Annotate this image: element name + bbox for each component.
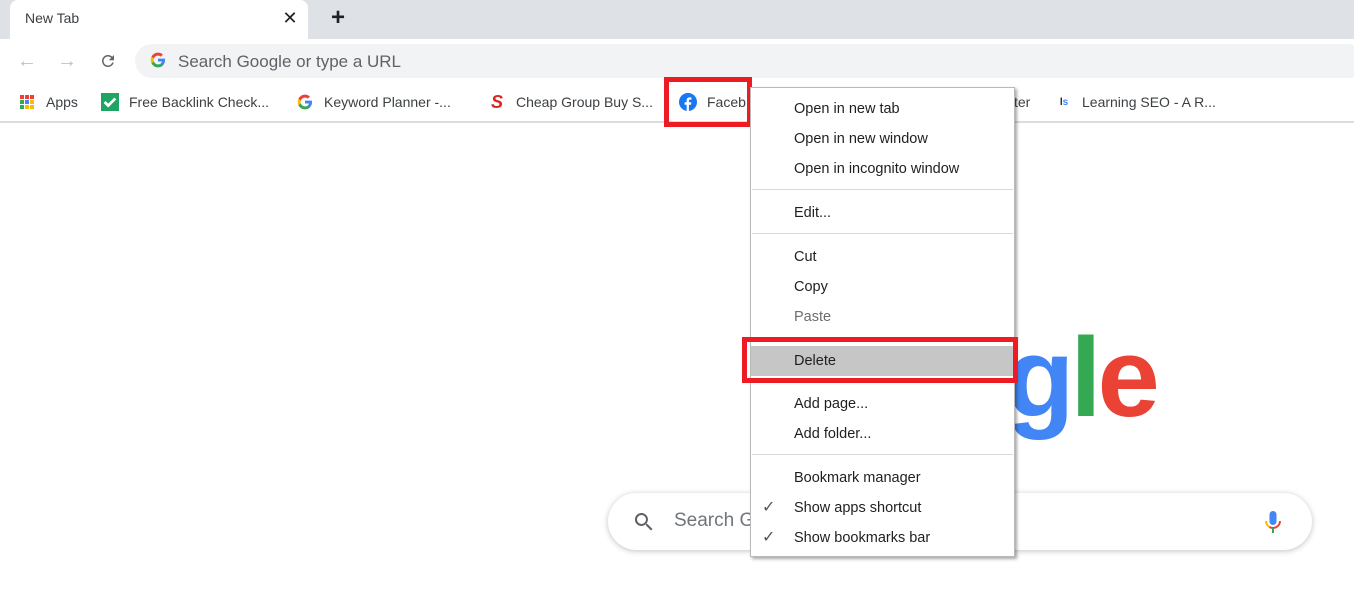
bookmark-apps[interactable]: Apps xyxy=(18,85,78,119)
menu-item-open-new-window[interactable]: Open in new window xyxy=(751,124,1014,154)
red-s-icon: S xyxy=(490,91,503,112)
bookmark-label: ter xyxy=(1014,94,1031,110)
menu-item-paste: Paste xyxy=(751,302,1014,332)
search-icon xyxy=(634,513,653,531)
menu-item-bookmark-manager[interactable]: Bookmark manager xyxy=(751,463,1014,493)
menu-item-open-incognito[interactable]: Open in incognito window xyxy=(751,154,1014,184)
close-icon[interactable]: ✕ xyxy=(280,8,300,28)
facebook-bookmark-highlight xyxy=(664,77,752,127)
bookmark-label: Learning SEO - A R... xyxy=(1082,94,1216,110)
bookmark-label: Cheap Group Buy S... xyxy=(516,94,653,110)
menu-label: Bookmark manager xyxy=(794,470,921,486)
arrow-right-icon[interactable]: → xyxy=(55,49,79,73)
green-check-icon xyxy=(101,93,119,111)
menu-item-show-apps-shortcut[interactable]: ✓ Show apps shortcut xyxy=(751,493,1014,523)
reload-icon[interactable] xyxy=(96,49,120,73)
google-g-icon xyxy=(296,93,314,111)
bookmark-cheap-group-buy[interactable]: S Cheap Group Buy S... xyxy=(488,85,653,119)
menu-separator xyxy=(752,189,1013,190)
menu-item-copy[interactable]: Copy xyxy=(751,272,1014,302)
menu-label: Open in incognito window xyxy=(794,161,960,177)
bookmark-free-backlink-checker[interactable]: Free Backlink Check... xyxy=(101,85,269,119)
menu-item-edit[interactable]: Edit... xyxy=(751,198,1014,228)
bookmark-context-menu: Open in new tab Open in new window Open … xyxy=(750,87,1015,557)
menu-label: Show bookmarks bar xyxy=(794,530,931,546)
menu-label: Cut xyxy=(794,249,817,265)
menu-item-cut[interactable]: Cut xyxy=(751,242,1014,272)
search-placeholder: Search G xyxy=(674,510,755,531)
google-logo: gle xyxy=(1006,315,1160,440)
menu-label: Copy xyxy=(794,279,828,295)
bookmark-keyword-planner[interactable]: Keyword Planner -... xyxy=(296,85,451,119)
menu-label: Paste xyxy=(794,309,832,325)
menu-item-add-folder[interactable]: Add folder... xyxy=(751,419,1014,449)
menu-label: Add page... xyxy=(794,396,869,412)
checkmark-icon: ✓ xyxy=(762,529,776,546)
tab-strip: New Tab ✕ + xyxy=(0,0,1354,39)
ls-icon: ls xyxy=(1059,96,1069,108)
menu-label: Open in new window xyxy=(794,131,928,147)
menu-separator xyxy=(752,454,1013,455)
bookmark-label: Apps xyxy=(46,94,78,110)
tab-title: New Tab xyxy=(25,10,80,26)
bookmark-label: Keyword Planner -... xyxy=(324,94,451,110)
menu-label: Edit... xyxy=(794,205,832,221)
menu-label: Open in new tab xyxy=(794,101,900,117)
menu-label: Add folder... xyxy=(794,426,872,442)
tab-new-tab[interactable]: New Tab ✕ xyxy=(10,0,308,39)
menu-separator xyxy=(752,233,1013,234)
bookmark-partial[interactable]: ter xyxy=(1014,85,1030,119)
arrow-left-icon[interactable]: ← xyxy=(15,49,39,73)
menu-label: Show apps shortcut xyxy=(794,500,922,516)
bookmark-learning-seo[interactable]: ls Learning SEO - A R... xyxy=(1056,85,1216,119)
apps-grid-icon xyxy=(18,93,36,111)
bookmark-label: Free Backlink Check... xyxy=(129,94,270,110)
omnibox[interactable]: Search Google or type a URL xyxy=(135,44,1354,78)
omnibox-placeholder: Search Google or type a URL xyxy=(178,52,402,71)
delete-item-highlight xyxy=(742,337,1018,383)
menu-item-add-page[interactable]: Add page... xyxy=(751,389,1014,419)
microphone-icon[interactable] xyxy=(1261,509,1285,535)
menu-item-show-bookmarks-bar[interactable]: ✓ Show bookmarks bar xyxy=(751,523,1014,553)
checkmark-icon: ✓ xyxy=(762,499,776,516)
google-g-icon xyxy=(150,52,166,68)
menu-item-open-new-tab[interactable]: Open in new tab xyxy=(751,94,1014,124)
plus-icon[interactable]: + xyxy=(326,6,350,30)
